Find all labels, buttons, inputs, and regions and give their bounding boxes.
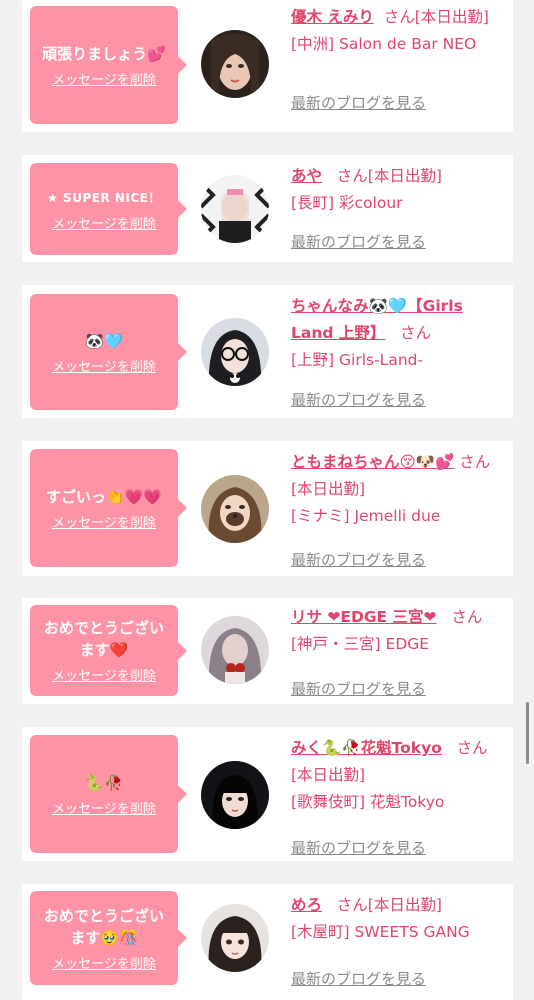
message-bubble: おめでとうございます❤️ メッセージを削除 xyxy=(30,605,187,696)
status-text: さん[本日出勤] xyxy=(383,8,489,26)
profile-name-link[interactable]: めろ xyxy=(291,896,322,914)
view-blog-link[interactable]: 最新のブログを見る xyxy=(291,966,426,993)
avatar[interactable] xyxy=(201,30,269,98)
avatar[interactable] xyxy=(201,616,269,684)
profile-name-link[interactable]: リサ ❤EDGE 三宮❤ xyxy=(291,608,437,626)
profile-info: みく🐍🥀花魁Tokyo さん[本日出勤] [歌舞伎町] 花魁Tokyo 最新のブ… xyxy=(291,735,507,857)
avatar[interactable] xyxy=(201,318,269,386)
profile-name-link[interactable]: みく🐍🥀花魁Tokyo xyxy=(291,739,442,757)
view-blog-link[interactable]: 最新のブログを見る xyxy=(291,547,426,574)
avatar[interactable] xyxy=(201,761,269,829)
message-text: ★ SUPER NICE！ xyxy=(47,190,161,205)
message-text: すごいっ👏💗💗 xyxy=(45,487,163,506)
shop-text: [神戸・三宮] EDGE xyxy=(291,635,430,653)
message-card: すごいっ👏💗💗 メッセージを削除 ともまねちゃん😚🐶💕 さん[本日出勤] [ミナ… xyxy=(22,441,513,576)
delete-message-link[interactable]: メッセージを削除 xyxy=(52,69,156,88)
message-bubble: おめでとうございます🥹🎊 メッセージを削除 xyxy=(30,891,187,985)
view-blog-link[interactable]: 最新のブログを見る xyxy=(291,835,426,862)
message-bubble: ★ SUPER NICE！ メッセージを削除 xyxy=(30,163,187,255)
message-card: ★ SUPER NICE！ メッセージを削除 あや さん[本日出勤] [長町] … xyxy=(22,155,513,262)
status-text: さん[本日出勤] xyxy=(336,896,442,914)
profile-name-link[interactable]: 優木 えみり xyxy=(291,8,374,26)
view-blog-link[interactable]: 最新のブログを見る xyxy=(291,387,426,414)
message-text: 🐼🩵 xyxy=(85,331,123,350)
view-blog-link[interactable]: 最新のブログを見る xyxy=(291,676,426,703)
message-card: おめでとうございます❤️ メッセージを削除 リサ ❤EDGE 三宮❤ さん [神… xyxy=(22,598,513,704)
message-list-page: { "accent_color": "#e2456b", "bubble_col… xyxy=(0,0,534,1000)
delete-message-link[interactable]: メッセージを削除 xyxy=(52,953,156,972)
view-blog-link[interactable]: 最新のブログを見る xyxy=(291,90,426,117)
profile-name-link[interactable]: あや xyxy=(291,167,322,185)
avatar[interactable] xyxy=(201,175,269,243)
status-text: さん[本日出勤] xyxy=(336,167,442,185)
profile-info: リサ ❤EDGE 三宮❤ さん [神戸・三宮] EDGE 最新のブログを見る xyxy=(291,604,507,698)
shop-text: [ミナミ] Jemelli due xyxy=(291,507,441,525)
message-card: 頑張りましょう💕 メッセージを削除 優木 えみり さん[本日出勤] [中洲] S… xyxy=(22,0,513,132)
view-blog-link[interactable]: 最新のブログを見る xyxy=(291,229,426,256)
status-text: さん xyxy=(451,608,483,626)
status-text: さん xyxy=(400,324,432,342)
profile-info: あや さん[本日出勤] [長町] 彩colour 最新のブログを見る xyxy=(291,163,507,251)
shop-text: [長町] 彩colour xyxy=(291,194,403,212)
profile-info: 優木 えみり さん[本日出勤] [中洲] Salon de Bar NEO 最新… xyxy=(291,4,507,112)
delete-message-link[interactable]: メッセージを削除 xyxy=(52,356,156,375)
message-text: 頑張りましょう💕 xyxy=(42,44,166,63)
profile-info: ともまねちゃん😚🐶💕 さん[本日出勤] [ミナミ] Jemelli due 最新… xyxy=(291,449,507,569)
message-card: 🐼🩵 メッセージを削除 ちゃんなみ🐼🩵【Girls Land 上野】 さん [上… xyxy=(22,285,513,418)
profile-name-link[interactable]: ちゃんなみ🐼🩵【Girls Land 上野】 xyxy=(291,297,463,342)
message-text: おめでとうございます🥹🎊 xyxy=(43,906,164,947)
delete-message-link[interactable]: メッセージを削除 xyxy=(52,512,156,531)
profile-name-link[interactable]: ともまねちゃん😚🐶💕 xyxy=(291,453,454,471)
delete-message-link[interactable]: メッセージを削除 xyxy=(52,213,156,232)
message-card: 🐍🥀 メッセージを削除 みく🐍🥀花魁Tokyo さん[本日出勤] [歌舞伎町] … xyxy=(22,727,513,861)
message-bubble: 🐍🥀 メッセージを削除 xyxy=(30,735,187,853)
avatar[interactable] xyxy=(201,475,269,543)
shop-text: [木屋町] SWEETS GANG xyxy=(291,923,470,941)
message-text: おめでとうございます❤️ xyxy=(43,619,164,659)
delete-message-link[interactable]: メッセージを削除 xyxy=(52,665,156,684)
message-bubble: すごいっ👏💗💗 メッセージを削除 xyxy=(30,449,187,567)
profile-info: めろ さん[本日出勤] [木屋町] SWEETS GANG 最新のブログを見る xyxy=(291,892,507,988)
avatar[interactable] xyxy=(201,904,269,972)
shop-text: [中洲] Salon de Bar NEO xyxy=(291,35,477,53)
message-card: おめでとうございます🥹🎊 メッセージを削除 めろ さん[本日出勤] [木屋町] … xyxy=(22,884,513,1000)
delete-message-link[interactable]: メッセージを削除 xyxy=(52,798,156,817)
message-bubble: 頑張りましょう💕 メッセージを削除 xyxy=(30,6,187,124)
scrollbar[interactable] xyxy=(526,702,529,764)
message-text: 🐍🥀 xyxy=(85,773,123,792)
shop-text: [上野] Girls-Land- xyxy=(291,351,424,369)
shop-text: [歌舞伎町] 花魁Tokyo xyxy=(291,793,445,811)
message-bubble: 🐼🩵 メッセージを削除 xyxy=(30,294,187,410)
profile-info: ちゃんなみ🐼🩵【Girls Land 上野】 さん [上野] Girls-Lan… xyxy=(291,293,507,409)
